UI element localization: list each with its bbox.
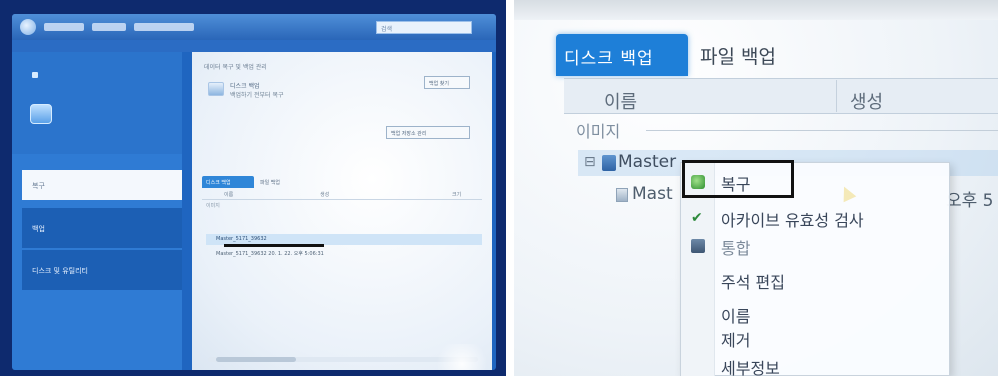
disk-backup-title[interactable]: 디스크 백업 [230, 81, 260, 90]
screen-glare [432, 344, 492, 370]
sidebar-item-label: 복구 [32, 182, 45, 190]
annotation-highlight-box [682, 160, 794, 198]
right-photo-screen: 디스크 백업 파일 백업 이름 생성 이미지 ⊟ Master Mast 오후 … [514, 0, 998, 376]
menu-item-rename[interactable]: 이름 [721, 303, 750, 327]
disk-backup-icon [208, 82, 224, 96]
tab-disk-backup[interactable]: 디스크 백업 [556, 34, 688, 76]
toolbar-item[interactable] [134, 23, 194, 31]
backup-file-icon [616, 188, 628, 202]
backup-item-name[interactable]: Mast [632, 184, 673, 204]
column-header-name[interactable]: 이름 [604, 88, 637, 114]
main-panel: 데이터 복구 및 백업 관리 디스크 백업 백업하기 전부터 복구 백업 찾기 … [192, 52, 492, 370]
column-header-name[interactable]: 이름 [224, 191, 233, 198]
images-section-label: 이미지 [576, 122, 621, 141]
left-photo-screen: 검색 복구 백업 디스크 및 유틸리티 데이터 복구 및 백업 관리 디스크 백… [0, 0, 506, 376]
globe-icon [20, 19, 36, 35]
sidebar-item-label: 디스크 및 유틸리티 [32, 267, 88, 275]
backup-drive-icon [30, 104, 52, 124]
annotation-underline [224, 244, 324, 247]
sidebar-item-backup[interactable]: 백업 [22, 208, 182, 248]
section-divider [646, 130, 998, 131]
collapse-icon[interactable]: ⊟ [584, 154, 596, 170]
toolbar-strip [12, 40, 496, 52]
menu-item-details[interactable]: 세부정보 [721, 355, 780, 376]
menu-item-merge[interactable]: 통합 [721, 235, 750, 259]
images-section-label: 이미지 [206, 203, 220, 209]
tab-file-backup[interactable]: 파일 백업 [256, 176, 292, 188]
column-separator [836, 80, 837, 112]
page-title: 데이터 복구 및 백업 관리 [204, 64, 267, 71]
archive-name: Master [618, 152, 677, 172]
window-titlebar: 검색 [12, 14, 496, 40]
menu-item-validate-archive[interactable]: 아카이브 유효성 검사 [721, 207, 864, 231]
manage-storage-button[interactable]: 백업 저장소 관리 [386, 126, 470, 139]
column-header-created[interactable]: 생성 [320, 191, 329, 198]
disk-backup-subtitle: 백업하기 전부터 복구 [230, 92, 284, 99]
menu-item-edit-comment[interactable]: 주석 편집 [721, 269, 785, 293]
column-header-size[interactable]: 크기 [452, 191, 461, 198]
search-input[interactable]: 검색 [376, 21, 472, 34]
sidebar-header [12, 52, 182, 154]
backup-item-created: 오후 5 [946, 191, 994, 211]
backup-archive-icon [602, 155, 616, 171]
merge-icon [691, 239, 705, 253]
scrollbar-thumb[interactable] [216, 357, 296, 362]
tab-disk-backup[interactable]: 디스크 백업 [202, 176, 254, 188]
sidebar: 복구 백업 디스크 및 유틸리티 [12, 52, 182, 370]
find-backup-button[interactable]: 백업 찾기 [424, 76, 470, 89]
tab-file-backup[interactable]: 파일 백업 [700, 42, 776, 69]
column-header-created[interactable]: 생성 [850, 88, 883, 114]
photo-divider [506, 0, 514, 376]
column-header-row: 이름 생성 크기 [202, 190, 482, 200]
toolbar-item[interactable] [92, 23, 126, 31]
sidebar-dot-icon [32, 72, 38, 78]
top-strip [514, 0, 998, 20]
toolbar-item[interactable] [44, 23, 84, 31]
sidebar-item-disk-utilities[interactable]: 디스크 및 유틸리티 [22, 250, 182, 290]
menu-item-remove[interactable]: 제거 [721, 327, 750, 351]
backup-app-window: 검색 복구 백업 디스크 및 유틸리티 데이터 복구 및 백업 관리 디스크 백… [12, 14, 496, 370]
check-icon: ✔ [691, 210, 703, 226]
table-row[interactable]: Master_5171_39632 20. 1. 22. 오후 5:06:31 [216, 250, 324, 257]
sidebar-item-restore[interactable]: 복구 [22, 170, 182, 200]
sidebar-item-label: 백업 [32, 225, 45, 233]
